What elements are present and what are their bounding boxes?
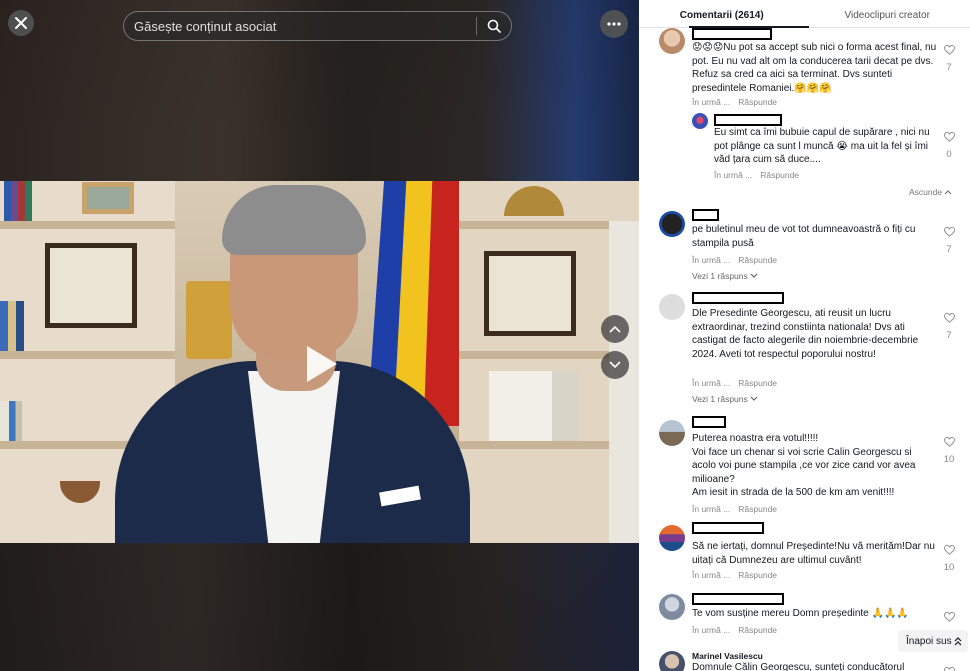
- heart-outline-icon: [943, 312, 955, 323]
- comment-text: Te vom susține mereu Domn președinte 🙏🙏🙏: [692, 608, 909, 619]
- username-redacted[interactable]: [692, 209, 719, 221]
- username-redacted[interactable]: [692, 28, 772, 40]
- comment-meta: În urmă ... Răspunde: [692, 625, 778, 635]
- avatar[interactable]: [659, 211, 685, 237]
- app-root: Comentarii (2614) Videoclipuri creator 😟…: [0, 0, 970, 671]
- like-count: 7: [946, 330, 952, 341]
- like-button[interactable]: 7: [941, 224, 957, 255]
- reply-button[interactable]: Răspunde: [738, 570, 777, 580]
- comment-meta: În urmă ... Răspunde: [692, 255, 778, 265]
- next-video-button[interactable]: [601, 351, 629, 379]
- reply-button[interactable]: Răspunde: [738, 255, 777, 265]
- avatar[interactable]: [659, 294, 685, 320]
- like-button[interactable]: 7: [941, 310, 957, 341]
- like-count: 0: [946, 149, 952, 160]
- like-count: 10: [943, 454, 955, 465]
- heart-outline-icon: [943, 544, 955, 555]
- username-redacted[interactable]: [714, 114, 782, 126]
- blurred-bottom-strip: [0, 543, 639, 671]
- reply-button[interactable]: Răspunde: [738, 97, 777, 107]
- panel-tabs: Comentarii (2614) Videoclipuri creator: [639, 0, 970, 28]
- framed-diploma-right: [484, 251, 576, 336]
- like-button[interactable]: [941, 664, 957, 671]
- heart-outline-icon: [943, 226, 955, 237]
- comment-meta: În urmă ... Răspunde: [692, 570, 778, 580]
- tab-comments[interactable]: Comentarii (2614): [639, 0, 805, 27]
- reply-button[interactable]: Răspunde: [760, 170, 799, 180]
- chevron-down-icon: [750, 396, 758, 401]
- play-icon: [307, 346, 337, 382]
- comments-panel: Comentarii (2614) Videoclipuri creator 😟…: [639, 0, 970, 671]
- view-replies-button[interactable]: Vezi 1 răspuns: [692, 394, 758, 404]
- reply-button[interactable]: Răspunde: [738, 378, 777, 388]
- like-button[interactable]: 7: [941, 42, 957, 73]
- reply-button[interactable]: Răspunde: [738, 504, 777, 514]
- search-input[interactable]: [124, 12, 476, 40]
- view-replies-button[interactable]: Vezi 1 răspuns: [692, 271, 758, 281]
- chevron-up-icon: [945, 190, 952, 195]
- comment-meta: În urmă ... Răspunde: [692, 97, 778, 107]
- avatar[interactable]: [659, 525, 685, 551]
- chevron-down-icon: [609, 361, 621, 369]
- comment-text: Să ne iertați, domnul Președinte!Nu vă m…: [692, 541, 935, 566]
- like-count: 7: [946, 244, 952, 255]
- avatar[interactable]: [659, 594, 685, 620]
- search-icon: [487, 19, 501, 33]
- comment-text: Eu simt ca îmi bubuie capul de supărare …: [714, 127, 930, 165]
- heart-outline-icon: [943, 44, 955, 55]
- more-options-button[interactable]: [600, 10, 628, 38]
- heart-outline-icon: [943, 131, 955, 142]
- comment-meta: În urmă ... Răspunde: [692, 504, 778, 514]
- search-box: [123, 11, 512, 41]
- photo-frame: [82, 182, 134, 214]
- search-button[interactable]: [477, 12, 511, 40]
- chevron-up-icon: [609, 325, 621, 333]
- collapse-replies-button[interactable]: Ascunde: [909, 187, 952, 197]
- comment-text: 😟😟😟Nu pot sa accept sub nici o forma ace…: [692, 42, 937, 94]
- tab-creator-videos[interactable]: Videoclipuri creator: [805, 0, 970, 27]
- play-button[interactable]: [302, 344, 342, 384]
- double-chevron-up-icon: [954, 636, 962, 645]
- username-redacted[interactable]: [692, 292, 784, 304]
- comment-meta: În urmă ... Răspunde: [692, 378, 778, 388]
- heart-outline-icon: [943, 666, 955, 671]
- username-redacted[interactable]: [692, 593, 784, 605]
- username[interactable]: Marinel Vasilescu: [692, 651, 763, 661]
- like-button[interactable]: 10: [941, 542, 957, 573]
- like-count: 10: [943, 562, 955, 573]
- reply-button[interactable]: Răspunde: [738, 625, 777, 635]
- like-button[interactable]: 10: [941, 434, 957, 465]
- back-to-top-button[interactable]: Înapoi sus: [898, 630, 969, 652]
- like-button[interactable]: 0: [941, 129, 957, 160]
- like-count: 7: [946, 62, 952, 73]
- previous-video-button[interactable]: [601, 315, 629, 343]
- video-player[interactable]: [0, 0, 639, 671]
- heart-outline-icon: [943, 611, 955, 622]
- avatar[interactable]: [659, 651, 685, 671]
- chevron-down-icon: [750, 273, 758, 278]
- religious-icon-painting: [186, 281, 232, 359]
- avatar[interactable]: [692, 113, 708, 129]
- close-button[interactable]: [8, 10, 34, 36]
- close-icon: [15, 17, 27, 29]
- comment-text: pe buletinul meu de vot tot dumneavoastr…: [692, 224, 916, 249]
- comment-text: Domnule Călin Georgescu, sunteți conducă…: [692, 662, 905, 671]
- avatar[interactable]: [659, 28, 685, 54]
- comment-meta: În urmă ... Răspunde: [714, 170, 800, 180]
- framed-diploma-left: [45, 243, 137, 328]
- comment-text: Dle Presedinte Georgescu, ati reusit un …: [692, 308, 919, 360]
- username-redacted[interactable]: [692, 416, 726, 428]
- avatar[interactable]: [659, 420, 685, 446]
- username-redacted[interactable]: [692, 522, 764, 534]
- heart-outline-icon: [943, 436, 955, 447]
- comment-text: Puterea noastra era votul!!!!! Voi face …: [692, 433, 916, 498]
- more-icon: [607, 22, 621, 26]
